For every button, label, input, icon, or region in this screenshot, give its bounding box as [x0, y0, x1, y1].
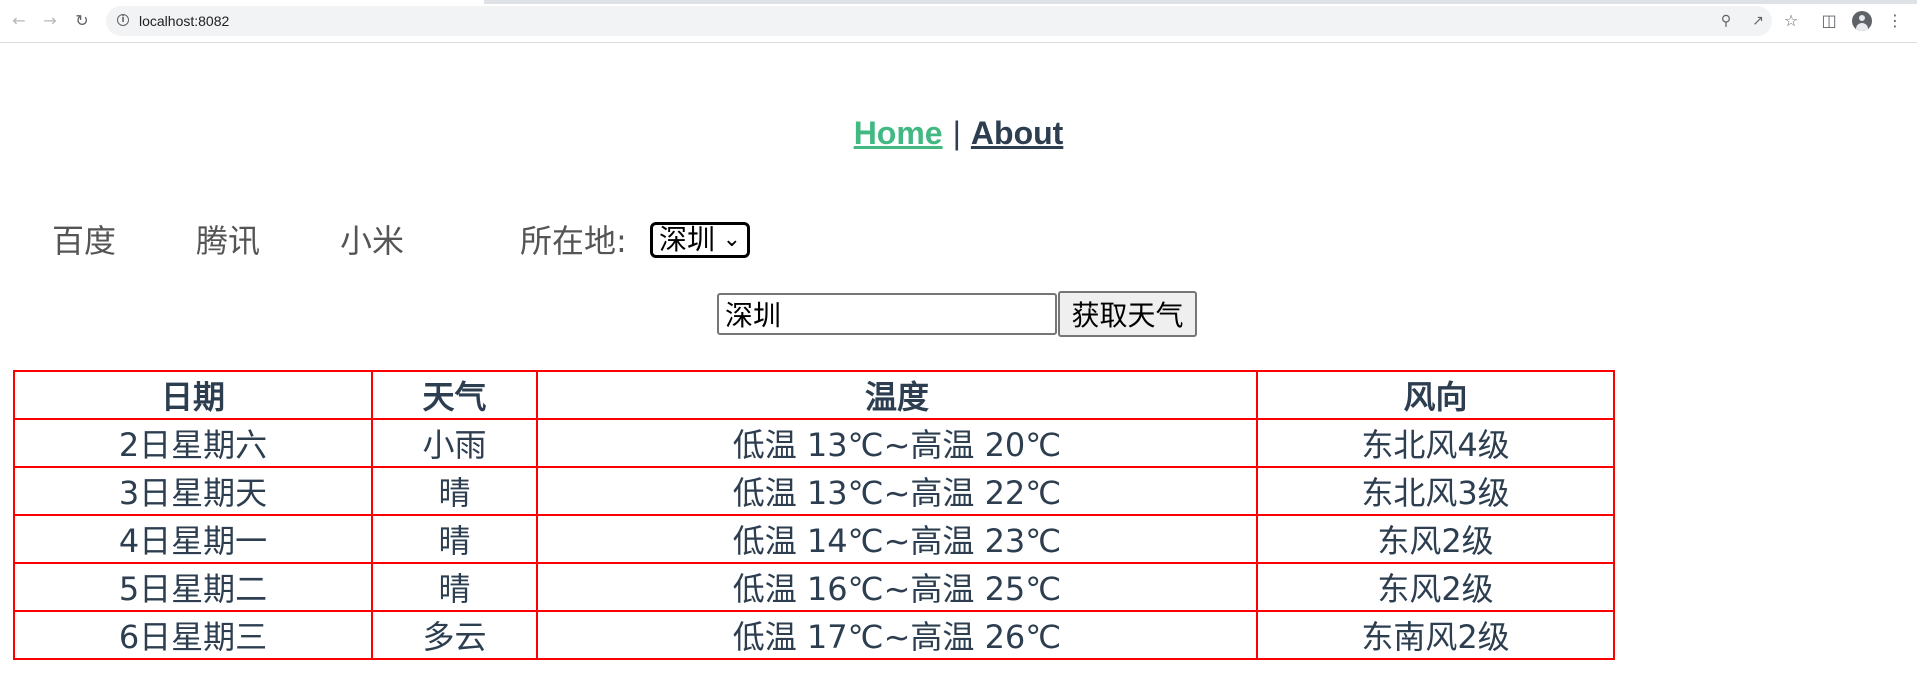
address-url[interactable]: localhost:8082 [139, 13, 229, 29]
menu-item-baidu[interactable]: 百度 [52, 216, 116, 262]
table-row: 3日星期天 晴 低温 13℃~高温 22℃ 东北风3级 [13, 466, 1615, 516]
share-icon[interactable]: ↗ [1749, 12, 1767, 30]
nav-separator: | [952, 115, 961, 151]
header-weather: 天气 [371, 370, 538, 420]
cell-weather: 晴 [371, 466, 538, 516]
cell-weather: 晴 [371, 514, 538, 564]
location-select[interactable]: 深圳 ⌄ [650, 222, 750, 258]
router-nav: Home | About [0, 115, 1917, 152]
chevron-down-icon: ⌄ [722, 227, 741, 252]
side-panel-icon[interactable]: ◫ [1820, 12, 1838, 30]
info-icon[interactable]: i [117, 14, 129, 26]
menu-item-xiaomi[interactable]: 小米 [340, 216, 404, 262]
profile-icon[interactable] [1852, 11, 1872, 31]
address-bar[interactable]: i localhost:8082 ⚲ ↗ [106, 6, 1772, 36]
cell-date: 6日星期三 [13, 610, 373, 660]
cell-wind: 东风2级 [1256, 562, 1615, 612]
cell-wind: 东风2级 [1256, 514, 1615, 564]
cell-date: 4日星期一 [13, 514, 373, 564]
about-link[interactable]: About [971, 115, 1063, 151]
header-wind: 风向 [1256, 370, 1615, 420]
cell-wind: 东北风3级 [1256, 466, 1615, 516]
back-icon[interactable]: ← [10, 11, 28, 30]
header-temperature: 温度 [536, 370, 1258, 420]
cell-wind: 东南风2级 [1256, 610, 1615, 660]
table-row: 6日星期三 多云 低温 17℃~高温 26℃ 东南风2级 [13, 610, 1615, 660]
header-date: 日期 [13, 370, 373, 420]
cell-weather: 小雨 [371, 418, 538, 468]
city-input[interactable] [717, 293, 1057, 335]
cell-date: 5日星期二 [13, 562, 373, 612]
cell-weather: 晴 [371, 562, 538, 612]
location-select-value: 深圳 [659, 223, 716, 256]
get-weather-button[interactable]: 获取天气 [1058, 291, 1197, 337]
table-row: 4日星期一 晴 低温 14℃~高温 23℃ 东风2级 [13, 514, 1615, 564]
location-label: 所在地: [520, 222, 627, 260]
star-icon[interactable]: ☆ [1782, 12, 1800, 30]
cell-date: 2日星期六 [13, 418, 373, 468]
cell-temperature: 低温 13℃~高温 22℃ [536, 466, 1258, 516]
tab-strip [0, 0, 1917, 4]
cell-weather: 多云 [371, 610, 538, 660]
forward-icon[interactable]: → [41, 11, 59, 30]
reload-icon[interactable]: ↻ [73, 11, 91, 30]
menu-icon[interactable]: ⋮ [1886, 12, 1904, 30]
cell-temperature: 低温 16℃~高温 25℃ [536, 562, 1258, 612]
cell-wind: 东北风4级 [1256, 418, 1615, 468]
table-row: 2日星期六 小雨 低温 13℃~高温 20℃ 东北风4级 [13, 418, 1615, 468]
cell-temperature: 低温 17℃~高温 26℃ [536, 610, 1258, 660]
active-tab[interactable] [0, 0, 484, 4]
table-row: 5日星期二 晴 低温 16℃~高温 25℃ 东风2级 [13, 562, 1615, 612]
zoom-icon[interactable]: ⚲ [1717, 12, 1735, 30]
menu-item-tencent[interactable]: 腾讯 [196, 216, 260, 262]
cell-temperature: 低温 14℃~高温 23℃ [536, 514, 1258, 564]
cell-date: 3日星期天 [13, 466, 373, 516]
cell-temperature: 低温 13℃~高温 20℃ [536, 418, 1258, 468]
browser-toolbar: ← → ↻ i localhost:8082 ⚲ ↗ ☆ ◫ ⋮ [0, 0, 1917, 43]
weather-table: 日期 天气 温度 风向 2日星期六 小雨 低温 13℃~高温 20℃ 东北风4级… [13, 370, 1615, 660]
table-header-row: 日期 天气 温度 风向 [13, 370, 1615, 420]
home-link[interactable]: Home [854, 115, 943, 151]
